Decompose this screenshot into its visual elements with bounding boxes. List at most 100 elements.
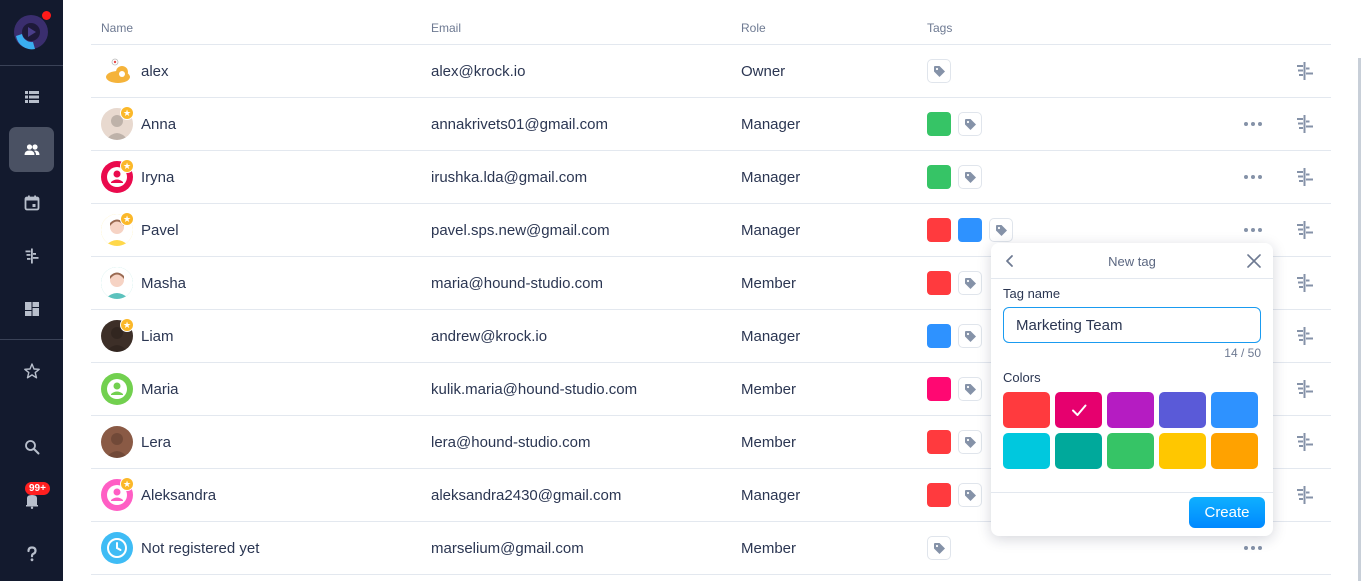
tag-chip[interactable] bbox=[927, 377, 951, 401]
color-swatch[interactable] bbox=[1159, 433, 1206, 469]
sidebar-item-dashboard[interactable] bbox=[9, 286, 54, 331]
timeline-icon[interactable] bbox=[1294, 272, 1316, 294]
sidebar-item-list[interactable] bbox=[9, 74, 54, 119]
member-role[interactable]: Manager bbox=[741, 204, 800, 256]
tag-chip[interactable] bbox=[927, 112, 951, 136]
add-tag-button[interactable] bbox=[958, 112, 982, 136]
color-swatch[interactable] bbox=[1055, 392, 1102, 428]
header-role[interactable]: Role bbox=[741, 21, 766, 35]
timeline-icon[interactable] bbox=[1294, 484, 1316, 506]
color-swatch[interactable] bbox=[1211, 392, 1258, 428]
dot bbox=[1244, 122, 1248, 126]
sidebar-item-help[interactable] bbox=[9, 531, 54, 576]
tag-icon bbox=[964, 489, 976, 501]
avatar-image bbox=[101, 55, 133, 87]
popover-divider bbox=[991, 492, 1273, 493]
header-tags: Tags bbox=[927, 21, 953, 35]
sidebar-item-search[interactable] bbox=[9, 424, 54, 469]
tag-chip[interactable] bbox=[927, 483, 951, 507]
member-name: Maria bbox=[141, 380, 179, 398]
timeline-icon[interactable] bbox=[1294, 325, 1316, 347]
avatar bbox=[101, 532, 133, 564]
avatar: ★ bbox=[101, 318, 134, 352]
sidebar-item-timeline[interactable] bbox=[9, 233, 54, 278]
timeline-icon[interactable] bbox=[1294, 113, 1316, 135]
member-tags bbox=[927, 151, 982, 203]
timeline-icon[interactable] bbox=[1294, 60, 1316, 82]
header-email[interactable]: Email bbox=[431, 21, 461, 35]
sidebar-item-favorites[interactable] bbox=[9, 348, 54, 393]
color-swatch[interactable] bbox=[1003, 392, 1050, 428]
add-tag-button[interactable] bbox=[989, 218, 1013, 242]
add-tag-button[interactable] bbox=[958, 483, 982, 507]
table-row[interactable]: alex alex@krock.io Owner bbox=[91, 45, 1331, 98]
sidebar-item-calendar[interactable] bbox=[9, 180, 54, 225]
add-tag-button[interactable] bbox=[958, 430, 982, 454]
table-row[interactable]: ★ Anna annakrivets01@gmail.com Manager bbox=[91, 98, 1331, 151]
color-swatch[interactable] bbox=[1003, 433, 1050, 469]
color-swatch[interactable] bbox=[1159, 392, 1206, 428]
add-tag-button[interactable] bbox=[958, 165, 982, 189]
avatar-image bbox=[101, 426, 133, 458]
dot bbox=[1258, 228, 1262, 232]
avatar-image bbox=[101, 267, 133, 299]
close-icon[interactable] bbox=[1246, 253, 1262, 269]
add-tag-button[interactable] bbox=[958, 271, 982, 295]
member-role[interactable]: Owner bbox=[741, 45, 785, 97]
member-role[interactable]: Member bbox=[741, 522, 796, 574]
more-options-button[interactable] bbox=[1241, 541, 1265, 555]
tag-chip[interactable] bbox=[927, 430, 951, 454]
tag-chip[interactable] bbox=[958, 218, 982, 242]
member-role[interactable]: Member bbox=[741, 363, 796, 415]
add-tag-button[interactable] bbox=[927, 59, 951, 83]
member-tags bbox=[927, 45, 951, 97]
color-swatch[interactable] bbox=[1211, 433, 1258, 469]
member-role[interactable]: Manager bbox=[741, 98, 800, 150]
member-email: marselium@gmail.com bbox=[431, 539, 584, 557]
tag-name-input[interactable] bbox=[1003, 307, 1261, 343]
popover-header: New tag bbox=[991, 243, 1273, 279]
tag-icon bbox=[964, 118, 976, 130]
table-row[interactable]: ★ Iryna irushka.lda@gmail.com Manager bbox=[91, 151, 1331, 204]
add-tag-button[interactable] bbox=[927, 536, 951, 560]
timeline-icon[interactable] bbox=[1294, 378, 1316, 400]
member-name: Masha bbox=[141, 274, 187, 292]
more-options-button[interactable] bbox=[1241, 170, 1265, 184]
header-name[interactable]: Name bbox=[101, 21, 133, 35]
member-role[interactable]: Member bbox=[741, 416, 796, 468]
more-options-button[interactable] bbox=[1241, 117, 1265, 131]
member-email: maria@hound-studio.com bbox=[431, 274, 603, 292]
tag-chip[interactable] bbox=[927, 324, 951, 348]
timeline-icon[interactable] bbox=[1294, 431, 1316, 453]
color-swatch[interactable] bbox=[1107, 392, 1154, 428]
tag-icon bbox=[964, 383, 976, 395]
tag-chip[interactable] bbox=[927, 271, 951, 295]
color-swatch[interactable] bbox=[1055, 433, 1102, 469]
notification-badge: 99+ bbox=[25, 482, 50, 495]
member-name: Aleksandra bbox=[141, 486, 217, 504]
member-email: aleksandra2430@gmail.com bbox=[431, 486, 622, 504]
member-role[interactable]: Manager bbox=[741, 469, 800, 521]
color-swatch[interactable] bbox=[1107, 433, 1154, 469]
list-icon bbox=[24, 90, 39, 103]
dog-sticker-icon bbox=[106, 58, 130, 83]
member-name: Iryna bbox=[141, 168, 175, 186]
dot bbox=[1251, 546, 1255, 550]
tag-chip[interactable] bbox=[927, 218, 951, 242]
dot bbox=[1251, 228, 1255, 232]
member-role[interactable]: Manager bbox=[741, 310, 800, 362]
create-button[interactable]: Create bbox=[1189, 497, 1265, 528]
sidebar-item-team[interactable] bbox=[9, 127, 54, 172]
more-options-button[interactable] bbox=[1241, 223, 1265, 237]
timeline-icon[interactable] bbox=[1294, 219, 1316, 241]
timeline-icon[interactable] bbox=[1294, 166, 1316, 188]
tag-chip[interactable] bbox=[927, 165, 951, 189]
dot bbox=[1244, 228, 1248, 232]
member-role[interactable]: Member bbox=[741, 257, 796, 309]
member-role[interactable]: Manager bbox=[741, 151, 800, 203]
sidebar-divider bbox=[0, 339, 63, 340]
add-tag-button[interactable] bbox=[958, 377, 982, 401]
admin-star-badge: ★ bbox=[120, 318, 134, 332]
member-name: Pavel bbox=[141, 221, 179, 239]
add-tag-button[interactable] bbox=[958, 324, 982, 348]
